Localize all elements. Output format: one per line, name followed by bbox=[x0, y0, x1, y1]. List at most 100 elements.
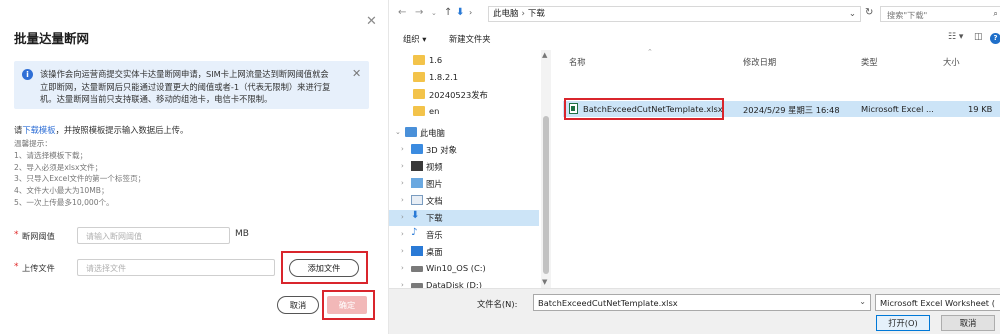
required-mark: * bbox=[14, 262, 19, 272]
folder-icon bbox=[413, 72, 425, 82]
up-arrow-icon[interactable]: ↑ bbox=[444, 7, 452, 18]
view-options-icon[interactable]: ☷ ▾ bbox=[948, 32, 963, 42]
tree-scrollbar[interactable]: ▲ ▼ bbox=[541, 50, 551, 288]
chevron-right-icon[interactable]: › bbox=[401, 179, 404, 187]
threshold-input[interactable]: 请输入断网阈值 bbox=[77, 227, 230, 244]
help-icon[interactable]: ? bbox=[990, 33, 1000, 44]
chevron-right-icon[interactable]: › bbox=[401, 281, 404, 288]
navigation-tree: 1.6 1.8.2.1 20240523发布 en ⌄ 此电脑 › 3D 对象 … bbox=[389, 50, 553, 288]
refresh-icon[interactable]: ↻ bbox=[865, 7, 873, 18]
breadcrumb-item[interactable]: 下载 bbox=[528, 9, 545, 19]
chevron-right-icon[interactable]: › bbox=[401, 145, 404, 153]
toolbar: 组织 ▾ 新建文件夹 ☷ ▾ ◫ bbox=[389, 28, 1000, 50]
breadcrumb-item[interactable]: 此电脑 bbox=[493, 9, 519, 19]
required-mark: * bbox=[14, 230, 19, 240]
tree-item-desktop[interactable]: › 桌面 bbox=[389, 244, 539, 260]
tree-item-folder[interactable]: 1.8.2.1 bbox=[389, 70, 539, 86]
column-size[interactable]: 大小 bbox=[943, 56, 960, 68]
chevron-right-icon[interactable]: › bbox=[401, 162, 404, 170]
tree-item-drive-d[interactable]: › DataDisk (D:) bbox=[389, 278, 539, 288]
search-input[interactable]: 搜索"下载" ⌕ bbox=[880, 6, 1000, 22]
upload-file-input[interactable]: 请选择文件 bbox=[77, 259, 275, 276]
column-headers: ⌃ 名称 修改日期 类型 大小 bbox=[559, 48, 1000, 68]
tree-item-3d-objects[interactable]: › 3D 对象 bbox=[389, 142, 539, 158]
tips-list: 温馨提示： 1、请选择模板下载； 2、导入必须是xlsx文件； 3、只导入Exc… bbox=[14, 138, 145, 209]
tree-item-label: 下载 bbox=[426, 213, 443, 223]
music-note-icon: ♪ bbox=[411, 227, 418, 238]
file-open-dialog: ← → ⌄ ↑ ⬇ › 此电脑 › 下载 ⌄ ↻ 搜索"下载" ⌕ 组织 ▾ 新建文… bbox=[388, 0, 1000, 334]
chevron-right-icon[interactable]: › bbox=[401, 230, 404, 238]
folder-icon bbox=[413, 106, 425, 116]
upload-row: * 上传文件 请选择文件 bbox=[14, 259, 284, 277]
breadcrumb-chevron-icon[interactable]: › bbox=[469, 8, 472, 17]
tree-item-music[interactable]: › ♪ 音乐 bbox=[389, 227, 539, 243]
video-icon bbox=[411, 161, 423, 171]
highlight-box bbox=[564, 98, 724, 120]
back-arrow-icon[interactable]: ← bbox=[398, 7, 406, 18]
tree-item-videos[interactable]: › 视频 bbox=[389, 159, 539, 175]
chevron-down-icon[interactable]: ⌄ bbox=[849, 7, 856, 21]
notice-close-icon[interactable]: ✕ bbox=[352, 67, 361, 80]
address-bar[interactable]: 此电脑 › 下载 ⌄ bbox=[488, 6, 861, 22]
search-icon[interactable]: ⌕ bbox=[993, 8, 998, 19]
highlight-box bbox=[322, 290, 375, 320]
cancel-button[interactable]: 取消 bbox=[941, 315, 995, 331]
tree-item-label: 音乐 bbox=[426, 230, 443, 240]
tree-item-this-pc[interactable]: ⌄ 此电脑 bbox=[389, 125, 539, 141]
computer-icon bbox=[405, 127, 417, 137]
preview-pane-icon[interactable]: ◫ bbox=[974, 32, 983, 42]
scrollbar-thumb[interactable] bbox=[543, 116, 549, 274]
filetype-select[interactable]: Microsoft Excel Worksheet ( bbox=[875, 294, 1000, 311]
column-modified[interactable]: 修改日期 bbox=[743, 56, 776, 68]
tip-line: 2、导入必须是xlsx文件； bbox=[14, 162, 103, 172]
download-arrow-icon: ⬇ bbox=[456, 7, 465, 18]
scroll-down-icon[interactable]: ▼ bbox=[542, 278, 547, 286]
download-arrow-icon: ⬇ bbox=[411, 210, 420, 221]
tree-item-folder[interactable]: en bbox=[389, 104, 539, 120]
filename-input[interactable]: BatchExceedCutNetTemplate.xlsx ⌄ bbox=[533, 294, 871, 311]
drive-icon bbox=[411, 266, 423, 272]
picture-icon bbox=[411, 178, 423, 188]
tree-item-label: 20240523发布 bbox=[429, 90, 488, 100]
upload-label: * 上传文件 bbox=[14, 262, 55, 274]
tree-item-label: 1.6 bbox=[429, 55, 443, 65]
filename-value: BatchExceedCutNetTemplate.xlsx bbox=[538, 298, 678, 308]
tree-item-label: 图片 bbox=[426, 179, 443, 189]
scroll-up-icon[interactable]: ▲ bbox=[542, 51, 547, 59]
filename-label: 文件名(N): bbox=[477, 299, 518, 309]
cube-icon bbox=[411, 144, 423, 154]
threshold-row: * 断网阈值 请输入断网阈值 MB bbox=[14, 227, 274, 245]
chevron-down-icon[interactable]: ⌄ bbox=[859, 297, 866, 306]
forward-arrow-icon[interactable]: → bbox=[415, 7, 423, 18]
open-button[interactable]: 打开(O) bbox=[876, 315, 930, 331]
chevron-right-icon[interactable]: › bbox=[401, 213, 404, 221]
desktop-icon bbox=[411, 246, 423, 256]
chevron-right-icon[interactable]: › bbox=[401, 247, 404, 255]
tip-line: 3、只导入Excel文件的第一个标签页； bbox=[14, 174, 146, 184]
tree-item-label: 此电脑 bbox=[420, 128, 445, 138]
organize-menu[interactable]: 组织 ▾ bbox=[403, 33, 426, 45]
cancel-button[interactable]: 取消 bbox=[277, 296, 319, 314]
chevron-down-icon[interactable]: ⌄ bbox=[395, 128, 401, 136]
new-folder-button[interactable]: 新建文件夹 bbox=[449, 33, 491, 45]
file-modified: 2024/5/29 星期三 16:48 bbox=[743, 105, 840, 115]
column-name[interactable]: 名称 bbox=[569, 56, 586, 68]
tree-item-documents[interactable]: › 文档 bbox=[389, 193, 539, 209]
document-icon bbox=[411, 195, 423, 205]
upload-label-text: 上传文件 bbox=[22, 263, 55, 273]
tree-item-downloads[interactable]: › ⬇ 下载 bbox=[389, 210, 539, 226]
tree-item-label: 1.8.2.1 bbox=[429, 72, 459, 82]
tree-item-folder[interactable]: 20240523发布 bbox=[389, 87, 539, 103]
close-icon[interactable]: ✕ bbox=[366, 14, 377, 29]
history-chevron-icon[interactable]: ⌄ bbox=[431, 9, 437, 17]
threshold-label: * 断网阈值 bbox=[14, 230, 55, 242]
tree-item-pictures[interactable]: › 图片 bbox=[389, 176, 539, 192]
chevron-right-icon[interactable]: › bbox=[401, 196, 404, 204]
sort-caret-icon: ⌃ bbox=[647, 48, 653, 56]
tree-item-drive-c[interactable]: › Win10_OS (C:) bbox=[389, 261, 539, 277]
download-template-link[interactable]: 下载模板 bbox=[22, 125, 55, 135]
chevron-right-icon[interactable]: › bbox=[401, 264, 404, 272]
column-type[interactable]: 类型 bbox=[861, 56, 878, 68]
tree-item-folder[interactable]: 1.6 bbox=[389, 53, 539, 69]
tree-item-label: DataDisk (D:) bbox=[426, 280, 482, 288]
